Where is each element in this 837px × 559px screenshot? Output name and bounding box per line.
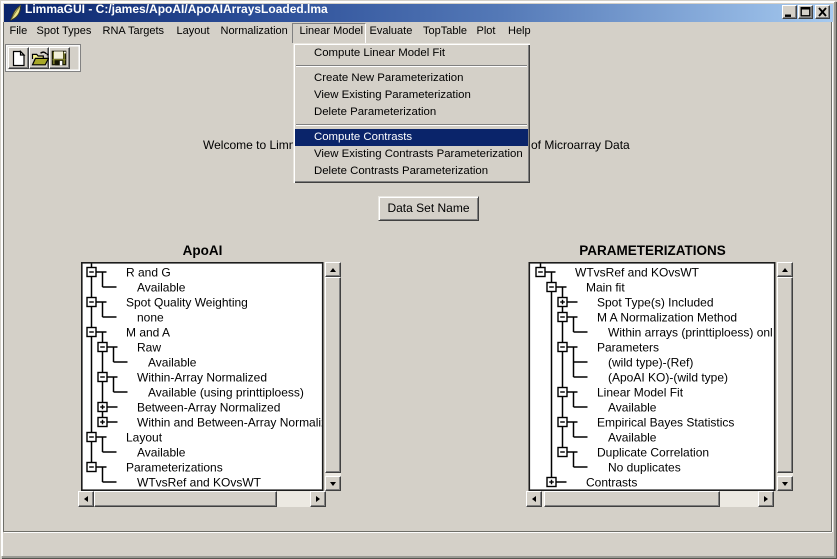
svg-text:Available: Available <box>608 431 657 445</box>
svg-text:Duplicate Correlation: Duplicate Correlation <box>597 446 709 460</box>
svg-text:(wild type)-(Ref): (wild type)-(Ref) <box>608 356 693 370</box>
svg-text:Parameters: Parameters <box>597 341 659 355</box>
svg-text:Available: Available <box>608 401 657 415</box>
svg-text:Spot Type(s) Included: Spot Type(s) Included <box>597 296 714 310</box>
svg-text:Main fit: Main fit <box>586 281 625 295</box>
svg-text:Within arrays (printtiploess): Within arrays (printtiploess) onl <box>608 326 773 340</box>
svg-text:Contrasts: Contrasts <box>586 476 637 490</box>
svg-text:No duplicates: No duplicates <box>608 461 681 475</box>
svg-text:(ApoAI KO)-(wild type): (ApoAI KO)-(wild type) <box>608 371 728 385</box>
svg-text:M A Normalization Method: M A Normalization Method <box>597 311 737 325</box>
svg-text:WTvsRef and KOvsWT: WTvsRef and KOvsWT <box>575 266 700 280</box>
svg-text:Linear Model Fit: Linear Model Fit <box>597 386 684 400</box>
svg-text:Empirical Bayes Statistics: Empirical Bayes Statistics <box>597 416 734 430</box>
